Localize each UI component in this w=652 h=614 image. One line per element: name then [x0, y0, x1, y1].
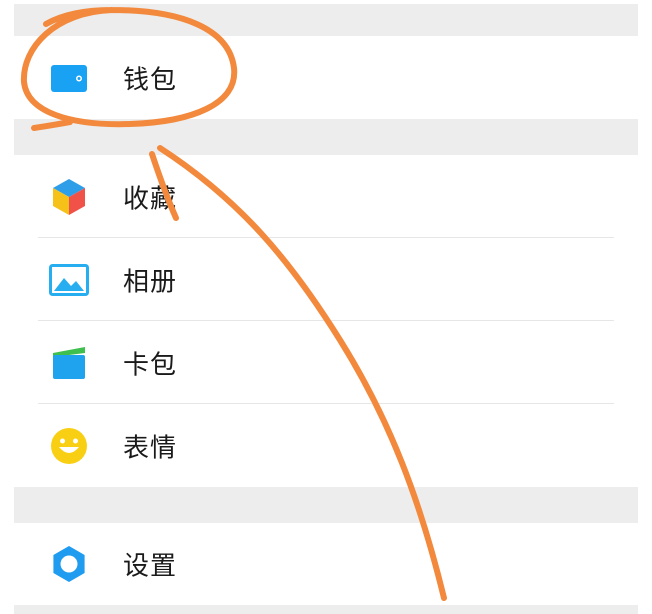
photo-icon — [49, 260, 89, 300]
cube-icon — [49, 177, 89, 217]
card-holder-icon — [49, 343, 89, 383]
section-gap — [14, 119, 638, 155]
menu-item-cards[interactable]: 卡包 — [14, 321, 638, 404]
menu-item-wallet[interactable]: 钱包 — [14, 36, 638, 119]
menu-item-favorites[interactable]: 收藏 — [14, 155, 638, 238]
section-gap — [14, 605, 638, 614]
menu-item-album[interactable]: 相册 — [14, 238, 638, 321]
menu-item-label: 相册 — [123, 267, 178, 297]
section-gap — [14, 4, 638, 36]
section-gap — [14, 487, 638, 523]
menu-item-label: 钱包 — [123, 65, 178, 95]
menu-item-settings[interactable]: 设置 — [14, 523, 638, 605]
menu-item-label: 收藏 — [123, 184, 178, 214]
menu-item-label: 表情 — [123, 433, 178, 463]
menu-item-stickers[interactable]: 表情 — [14, 404, 638, 487]
wallet-icon — [49, 58, 89, 98]
gear-icon — [49, 544, 89, 584]
menu-item-label: 卡包 — [123, 350, 178, 380]
menu-item-label: 设置 — [123, 551, 178, 582]
me-menu-panel: 钱包 收藏 相册 卡包 表情 设置 — [14, 0, 638, 614]
smiley-icon — [49, 426, 89, 466]
